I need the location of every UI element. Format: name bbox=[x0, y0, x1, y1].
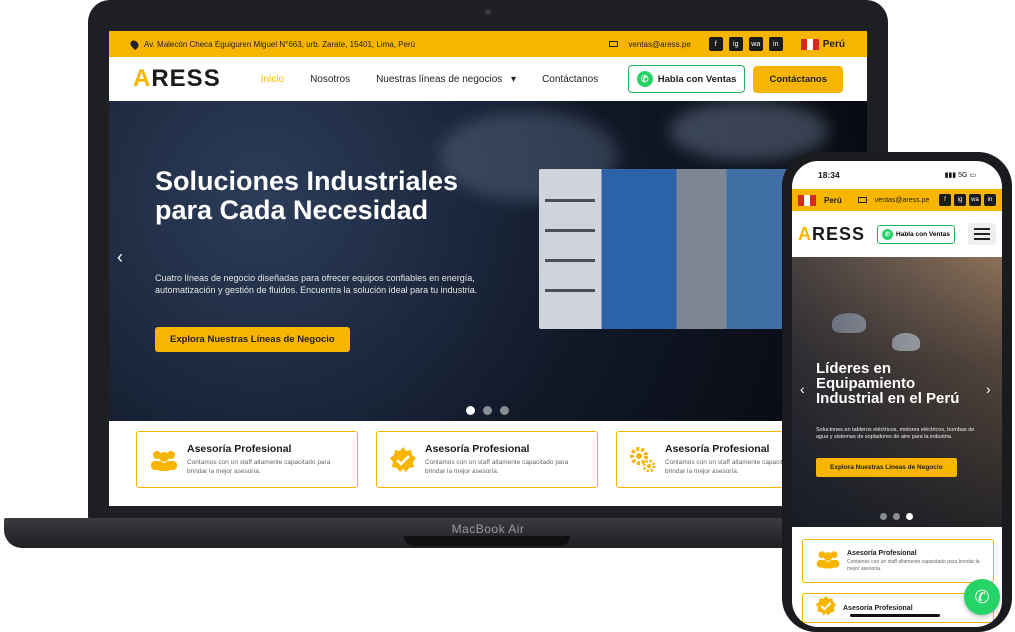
whatsapp-sales-label: Habla con Ventas bbox=[657, 73, 737, 85]
whatsapp-sales-button[interactable]: ✆ Habla con Ventas bbox=[627, 65, 746, 93]
email-link[interactable]: ventas@aress.pe bbox=[628, 40, 690, 49]
nav-item-contactanos[interactable]: Contáctanos bbox=[542, 74, 598, 85]
device-mockup: MacBook Air Av. Malecón Checa Eguiguren … bbox=[0, 0, 1015, 632]
phone-nav: ARESS ✆ Habla con Ventas bbox=[792, 211, 1002, 257]
logo-accent: A bbox=[798, 223, 812, 244]
badge-check-icon bbox=[815, 595, 837, 622]
slider-dot-1[interactable] bbox=[880, 513, 887, 520]
linkedin-icon[interactable]: in bbox=[768, 37, 783, 51]
chevron-down-icon: ▾ bbox=[511, 73, 517, 85]
contact-button[interactable]: Contáctanos bbox=[753, 65, 843, 93]
slider-prev-arrow-icon[interactable]: ‹ bbox=[800, 381, 805, 397]
status-time: 18:34 bbox=[818, 170, 840, 180]
nav-menu: Inicio Nosotros Nuestras líneas de negoc… bbox=[261, 74, 599, 85]
nav-item-inicio[interactable]: Inicio bbox=[261, 74, 284, 85]
whatsapp-sales-label: Habla con Ventas bbox=[896, 230, 950, 238]
address-text: Av. Malecón Checa Eguiguren Miguel N°663… bbox=[144, 39, 416, 49]
logo-text: RESS bbox=[151, 65, 221, 92]
facebook-icon[interactable]: f bbox=[939, 194, 951, 206]
feature-card: Asesoría Profesional Contamos con un sta… bbox=[136, 431, 358, 488]
peru-flag-icon bbox=[798, 194, 816, 206]
badge-check-icon bbox=[389, 446, 417, 472]
slider-prev-arrow-icon[interactable]: ‹ bbox=[117, 247, 123, 268]
hero-slider: Soluciones Industriales para Cada Necesi… bbox=[109, 101, 867, 421]
slider-dots bbox=[466, 406, 509, 415]
instagram-icon[interactable]: ig bbox=[728, 37, 743, 51]
gears-icon bbox=[629, 446, 657, 472]
linkedin-icon[interactable]: in bbox=[984, 194, 996, 206]
users-icon bbox=[815, 549, 841, 574]
slider-dots bbox=[880, 513, 913, 520]
main-nav: ARESS Inicio Nosotros Nuestras líneas de… bbox=[109, 57, 867, 101]
slider-dot-1[interactable] bbox=[466, 406, 475, 415]
laptop-brand-label: MacBook Air bbox=[451, 522, 525, 536]
nav-item-lineas[interactable]: Nuestras líneas de negocios ▾ bbox=[376, 74, 516, 85]
phone-hero-cta-button[interactable]: Explora Nuestras Líneas de Negocio bbox=[816, 458, 957, 477]
features-row: Asesoría Profesional Contamos con un sta… bbox=[109, 421, 867, 498]
nav-item-lineas-label: Nuestras líneas de negocios bbox=[376, 73, 503, 85]
phone-hero-slider: Líderes en Equipamiento Industrial en el… bbox=[792, 257, 1002, 527]
facebook-icon[interactable]: f bbox=[708, 37, 723, 51]
whatsapp-sales-button[interactable]: ✆ Habla con Ventas bbox=[877, 224, 955, 244]
status-network: ▮▮▮ 5G ▭ bbox=[944, 172, 976, 179]
feature-card: Asesoría Profesional Contamos con un sta… bbox=[802, 539, 994, 583]
hamburger-menu-icon[interactable] bbox=[968, 223, 996, 245]
laptop-screen: Av. Malecón Checa Eguiguren Miguel N°663… bbox=[109, 31, 867, 506]
email-link[interactable]: ventas@aress.pe bbox=[875, 197, 930, 204]
mail-icon bbox=[857, 197, 867, 203]
phone-top-info-bar: Perú ventas@aress.pe f ig wa in bbox=[792, 189, 1002, 211]
country-label[interactable]: Perú bbox=[824, 196, 842, 205]
background-light bbox=[669, 101, 829, 161]
address: Av. Malecón Checa Eguiguren Miguel N°663… bbox=[128, 38, 416, 50]
slider-next-arrow-icon[interactable]: › bbox=[986, 381, 991, 397]
slider-dot-2[interactable] bbox=[893, 513, 900, 520]
logo-text: RESS bbox=[812, 223, 866, 244]
feature-text: Contamos con un staff altamente capacita… bbox=[847, 558, 980, 572]
top-info-bar: Av. Malecón Checa Eguiguren Miguel N°663… bbox=[109, 31, 867, 57]
industrial-equipment-image bbox=[539, 169, 789, 329]
peru-flag-icon bbox=[800, 38, 819, 50]
whatsapp-float-button[interactable]: ✆ bbox=[964, 579, 1000, 615]
slider-dot-3[interactable] bbox=[906, 513, 913, 520]
slider-dot-3[interactable] bbox=[500, 406, 509, 415]
country-label: Perú bbox=[822, 38, 845, 50]
users-icon bbox=[149, 448, 179, 472]
whatsapp-icon: ✆ bbox=[882, 228, 894, 240]
hero-cta-button[interactable]: Explora Nuestras Líneas de Negocio bbox=[155, 327, 350, 352]
hero-description: Cuatro líneas de negocio diseñadas para … bbox=[155, 273, 478, 295]
home-indicator bbox=[850, 614, 940, 617]
feature-title: Asesoría Profesional bbox=[425, 443, 530, 455]
logo[interactable]: ARESS bbox=[798, 224, 865, 245]
nav-item-nosotros[interactable]: Nosotros bbox=[310, 74, 350, 85]
feature-title: Asesoría Profesional bbox=[187, 443, 292, 455]
feature-text: Contamos con un staff altamente capacita… bbox=[187, 459, 331, 475]
laptop-notch bbox=[404, 536, 570, 546]
panel-rail bbox=[545, 199, 595, 202]
whatsapp-icon[interactable]: wa bbox=[748, 37, 763, 51]
whatsapp-icon: ✆ bbox=[974, 586, 990, 607]
phone-status-bar: 18:34 ▮▮▮ 5G ▭ bbox=[792, 161, 1002, 189]
whatsapp-icon: ✆ bbox=[636, 71, 653, 87]
logo[interactable]: ARESS bbox=[133, 65, 221, 93]
feature-card: Asesoría Profesional Contamos con un sta… bbox=[376, 431, 598, 488]
feature-title: Asesoría Profesional bbox=[843, 604, 913, 612]
mail-icon bbox=[609, 41, 619, 47]
hero-title: Soluciones Industriales para Cada Necesi… bbox=[155, 166, 459, 225]
phone-hero-title: Líderes en Equipamiento Industrial en el… bbox=[816, 360, 960, 407]
logo-accent: A bbox=[133, 65, 152, 92]
panel-rail bbox=[545, 229, 595, 232]
network-label: 5G bbox=[958, 172, 968, 179]
phone-screen: 18:34 ▮▮▮ 5G ▭ Perú ventas@aress.pe f ig… bbox=[792, 161, 1002, 627]
feature-text: Contamos con un staff altamente capacita… bbox=[425, 459, 569, 475]
country-selector[interactable]: Perú bbox=[800, 38, 845, 50]
feature-title: Asesoría Profesional bbox=[847, 549, 917, 557]
panel-rail bbox=[545, 289, 595, 292]
whatsapp-icon[interactable]: wa bbox=[969, 194, 981, 206]
slider-dot-2[interactable] bbox=[483, 406, 492, 415]
phone-hero-description: Soluciones en tableros eléctricos, motor… bbox=[816, 427, 975, 440]
panel-rail bbox=[545, 259, 595, 262]
instagram-icon[interactable]: ig bbox=[954, 194, 966, 206]
location-pin-icon bbox=[128, 38, 141, 50]
camera-icon bbox=[485, 9, 491, 15]
